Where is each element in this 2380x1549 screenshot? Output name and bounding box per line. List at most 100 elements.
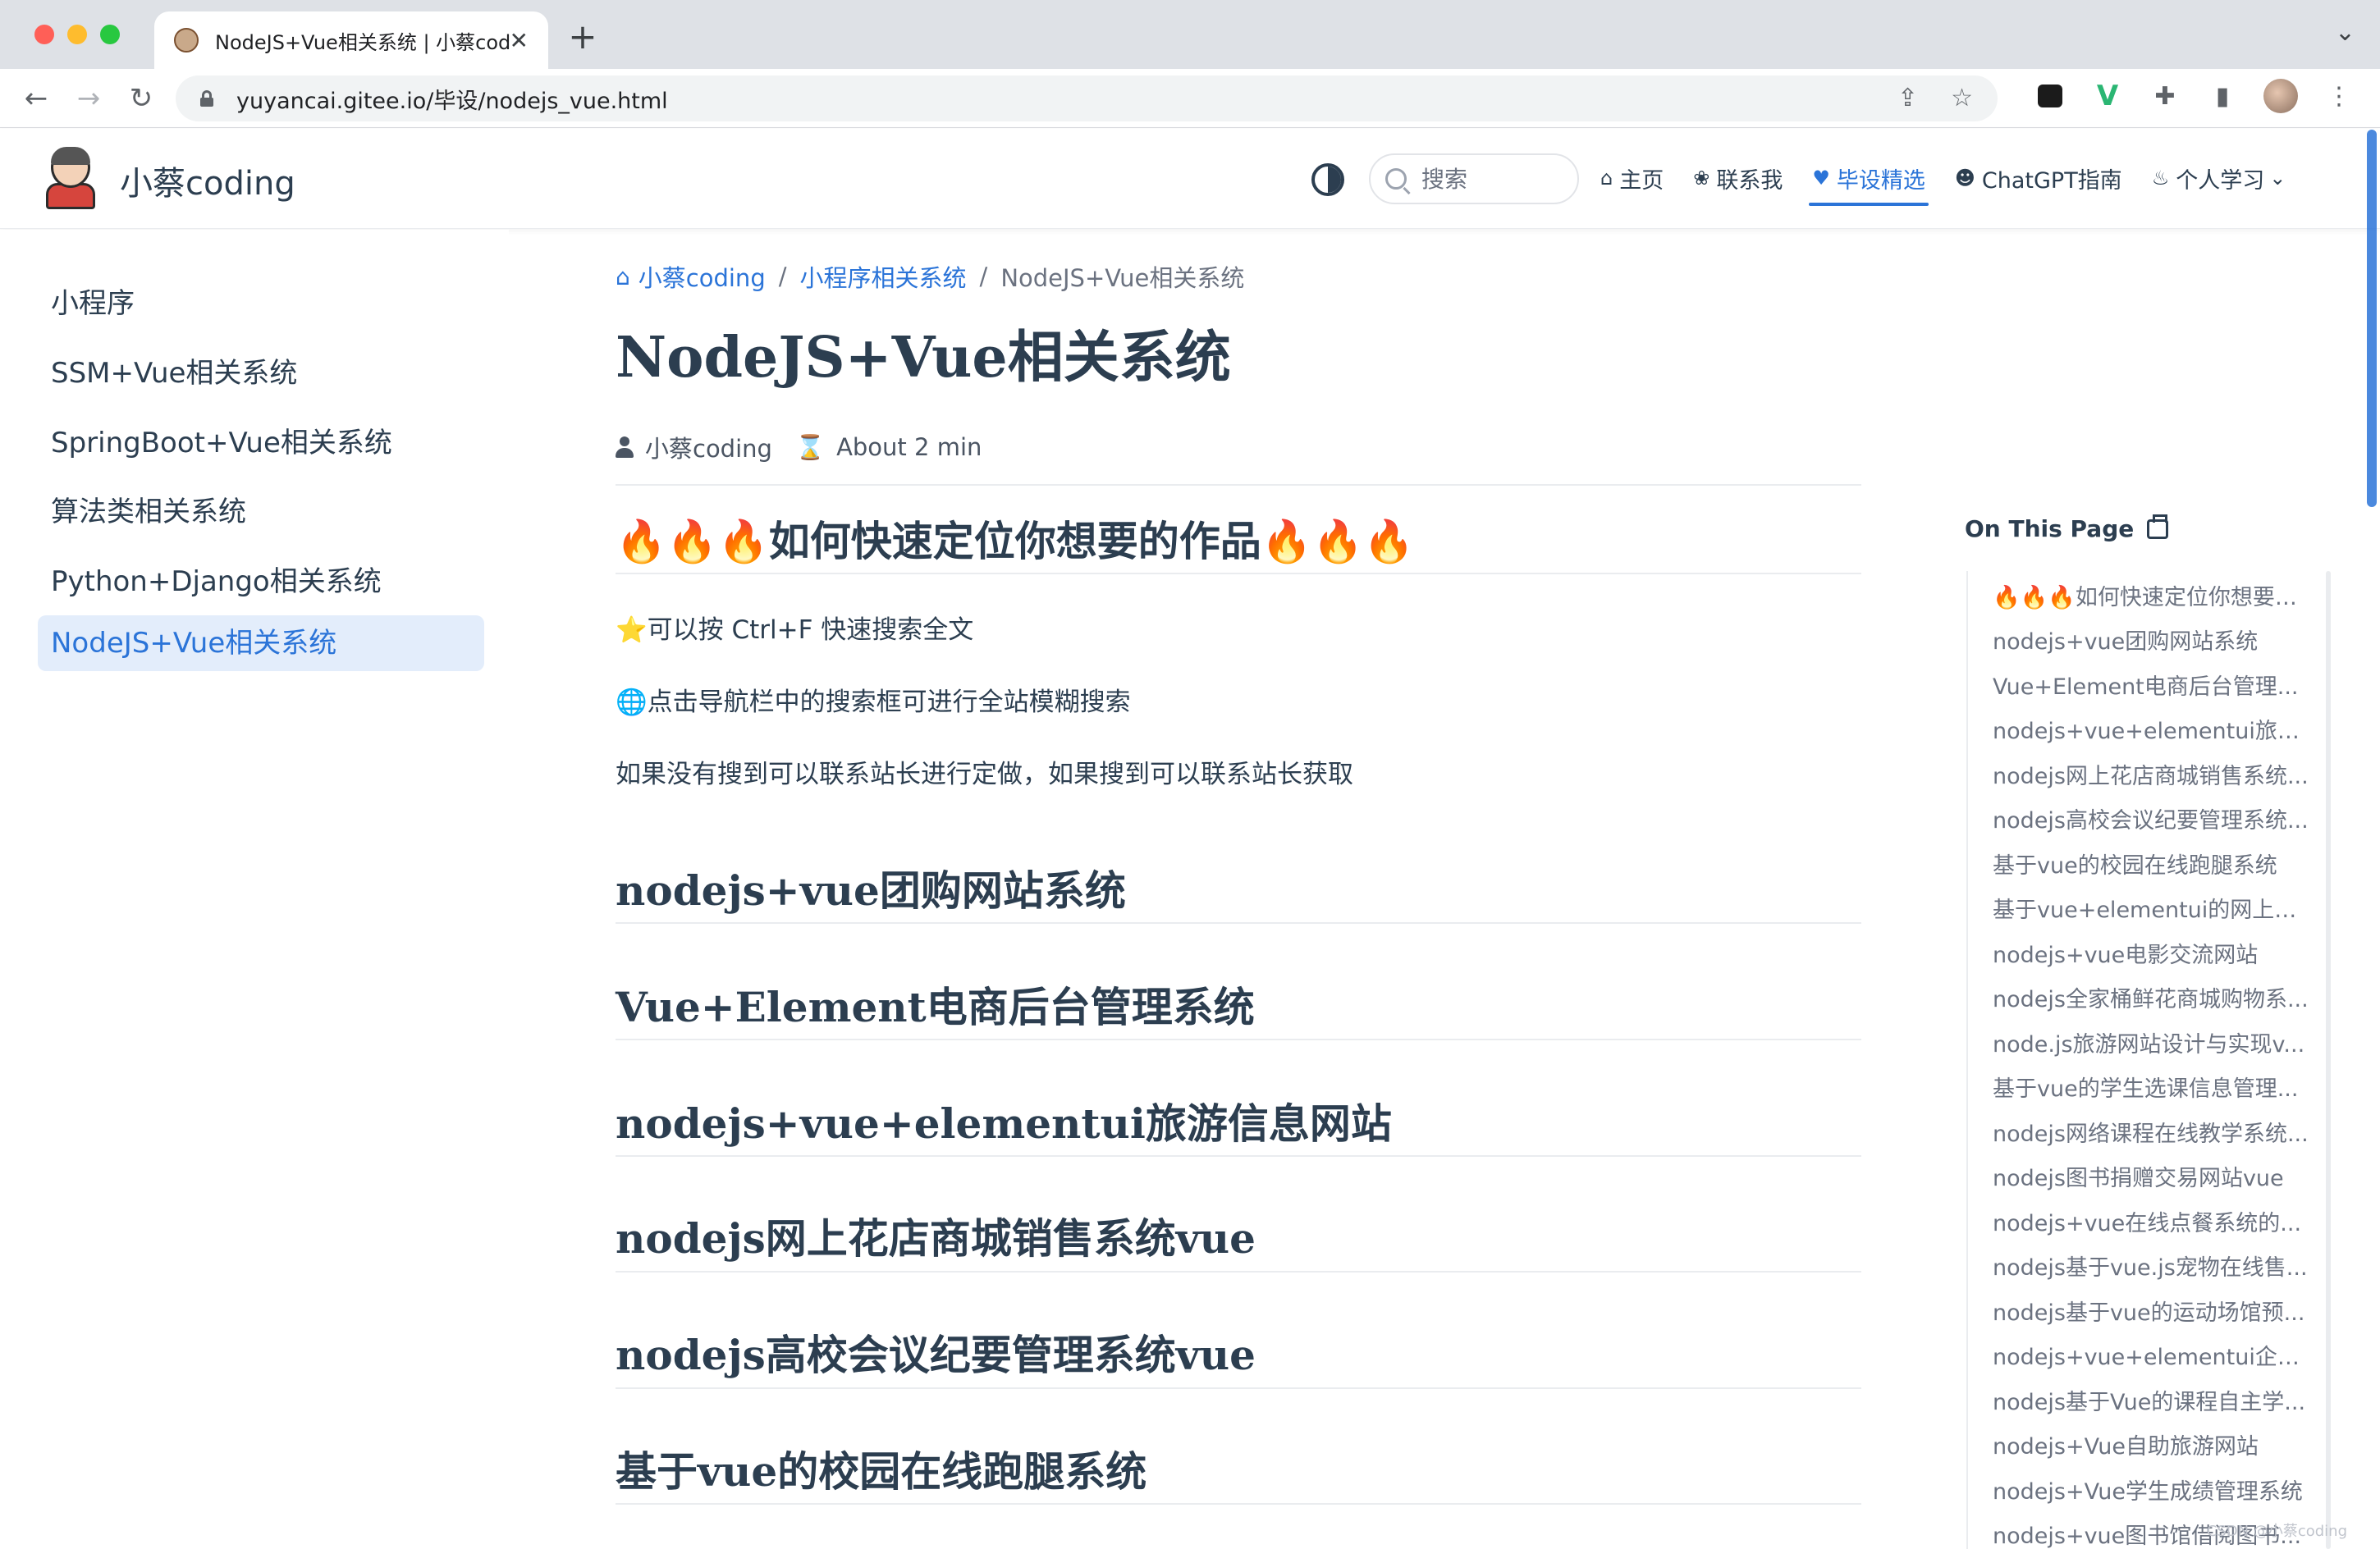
toc-item[interactable]: 基于vue的学生选课信息管理...: [1993, 1071, 2318, 1103]
page-title: NodeJS+Vue相关系统: [616, 325, 1231, 391]
intro-heading: 🔥🔥🔥如何快速定位你想要的作品🔥🔥🔥: [616, 517, 1415, 565]
toc-item[interactable]: Vue+Element电商后台管理...: [1993, 669, 2318, 701]
nav-graduation-projects-label: 毕设精选: [1836, 167, 1925, 194]
sidebar-item-mini-program[interactable]: 小程序: [38, 276, 484, 331]
toc-item[interactable]: nodejs全家桶鲜花商城购物系...: [1993, 981, 2318, 1013]
page-scrollbar[interactable]: [2367, 130, 2377, 507]
nav-personal-study-label: 个人学习: [2176, 167, 2265, 194]
tip-ctrl-f: ⭐可以按 Ctrl+F 快速搜索全文: [616, 615, 974, 645]
nav-contact[interactable]: ❀ 联系我: [1690, 155, 1786, 201]
browser-tab-bar: NodeJS+Vue相关系统 | 小蔡coding ✕ + ⌄: [0, 0, 2380, 69]
toc-item[interactable]: node.js旅游网站设计与实现v...: [1993, 1026, 2318, 1058]
extensions-puzzle-icon[interactable]: ✚: [2149, 80, 2181, 112]
toc-scrollbar[interactable]: [2326, 571, 2331, 1549]
theme-toggle-icon[interactable]: [1311, 163, 1344, 196]
nav-graduation-projects[interactable]: ♥ 毕设精选: [1809, 155, 1929, 206]
tab-close-icon[interactable]: ✕: [510, 27, 529, 54]
breadcrumb-link-mini-program[interactable]: 小程序相关系统: [800, 259, 967, 294]
section-heading: nodejs高校会议纪要管理系统vue: [616, 1331, 1256, 1379]
sidebar-item-ssm-vue[interactable]: SSM+Vue相关系统: [38, 345, 484, 401]
toc-item[interactable]: 基于vue+elementui的网上书...: [1993, 892, 2318, 924]
sidebar-item-algorithm[interactable]: 算法类相关系统: [38, 484, 484, 540]
bookmark-star-icon[interactable]: ☆: [1951, 84, 1973, 112]
new-tab-button[interactable]: +: [565, 16, 601, 57]
sidebar-item-python-django[interactable]: Python+Django相关系统: [38, 554, 484, 610]
toc-item[interactable]: 🔥🔥🔥如何快速定位你想要的...: [1993, 579, 2318, 611]
site-name-link[interactable]: 小蔡coding: [120, 157, 295, 204]
breadcrumb-link-home[interactable]: 小蔡coding: [638, 259, 766, 294]
section-heading: 基于vue的校园在线跑腿系统: [616, 1447, 1147, 1496]
nav-contact-label: 联系我: [1716, 167, 1783, 194]
forward-button[interactable]: →: [69, 79, 108, 118]
heading-underline: [616, 922, 1861, 924]
nav-personal-study-dropdown[interactable]: ♨ 个人学习 ⌄: [2149, 155, 2290, 201]
wechat-icon: ❀: [1693, 167, 1710, 190]
toc-item[interactable]: nodejs+vue电影交流网站: [1993, 937, 2318, 969]
site-favicon-icon: [174, 28, 199, 53]
sidebar: 小程序 SSM+Vue相关系统 SpringBoot+Vue相关系统 算法类相关…: [0, 230, 509, 1549]
tab-search-button[interactable]: ⌄: [2335, 18, 2355, 47]
section-heading: Vue+Element电商后台管理系统: [616, 983, 1255, 1031]
toc-item[interactable]: nodejs基于Vue的课程自主学...: [1993, 1384, 2318, 1416]
heading-underline: [616, 573, 1861, 574]
tip-site-search: 🌐点击导航栏中的搜索框可进行全站模糊搜索: [616, 688, 1131, 717]
nav-chatgpt-guide-label: ChatGPT指南: [1981, 167, 2122, 194]
section-heading: nodejs网上花店商城销售系统vue: [616, 1214, 1256, 1263]
home-icon[interactable]: ⌂: [616, 263, 630, 290]
top-nav: ⌂ 主页 ❀ 联系我 ♥ 毕设精选 ☻ ChatGPT指南 ♨ 个人学习 ⌄: [1597, 155, 2290, 206]
address-bar[interactable]: yuyancai.gitee.io/毕设/nodejs_vue.html ⇪ ☆: [176, 75, 1998, 121]
toc-item[interactable]: nodejs基于vue的运动场馆预...: [1993, 1295, 2318, 1327]
heading-underline: [616, 1155, 1861, 1157]
browser-menu-icon[interactable]: ⋮: [2323, 80, 2355, 112]
breadcrumb-separator: /: [979, 263, 988, 290]
window-close-button[interactable]: [34, 25, 54, 44]
author-icon: [616, 436, 634, 458]
page-meta: 小蔡coding ⌛ About 2 min: [616, 430, 982, 464]
author-name[interactable]: 小蔡coding: [645, 430, 772, 464]
divider: [616, 484, 1861, 486]
reading-time: About 2 min: [836, 433, 982, 461]
share-icon[interactable]: ⇪: [1897, 84, 1918, 112]
smile-icon: ☻: [1954, 167, 1975, 190]
reload-button[interactable]: ↻: [121, 79, 161, 118]
side-panel-icon[interactable]: ▮: [2206, 80, 2239, 112]
window-zoom-button[interactable]: [100, 25, 120, 44]
lock-icon[interactable]: [200, 90, 213, 107]
tab-title: NodeJS+Vue相关系统 | 小蔡coding: [215, 30, 510, 54]
toc-item[interactable]: nodejs+vue+elementui旅游...: [1993, 713, 2318, 745]
section-heading: nodejs+vue团购网站系统: [616, 866, 1126, 915]
toc-item[interactable]: nodejs高校会议纪要管理系统...: [1993, 802, 2318, 834]
search-box[interactable]: [1369, 153, 1579, 204]
hourglass-icon: ⌛: [794, 432, 826, 461]
toc-item[interactable]: nodejs网上花店商城销售系统...: [1993, 758, 2318, 790]
reading-time-meta: ⌛ About 2 min: [795, 433, 982, 462]
search-input[interactable]: [1421, 165, 1561, 193]
chevron-down-icon: ⌄: [2269, 167, 2286, 190]
toc-item[interactable]: nodejs图书捐赠交易网站vue: [1993, 1160, 2318, 1192]
extension-icon[interactable]: [2034, 80, 2066, 112]
toc-item[interactable]: 基于vue的校园在线跑腿系统: [1993, 848, 2318, 880]
vue-devtools-icon[interactable]: V: [2091, 80, 2124, 112]
toc-item[interactable]: nodejs+vue在线点餐系统的...: [1993, 1205, 2318, 1237]
sidebar-item-nodejs-vue[interactable]: NodeJS+Vue相关系统: [38, 615, 484, 671]
toc-item[interactable]: nodejs+vue+elementui企业...: [1993, 1339, 2318, 1371]
toc-item[interactable]: nodejs基于vue.js宠物在线售...: [1993, 1250, 2318, 1282]
nav-chatgpt-guide[interactable]: ☻ ChatGPT指南: [1952, 155, 2126, 201]
sidebar-item-springboot-vue[interactable]: SpringBoot+Vue相关系统: [38, 415, 484, 471]
toc-item[interactable]: nodejs+Vue自助旅游网站: [1993, 1428, 2318, 1460]
browser-tab[interactable]: NodeJS+Vue相关系统 | 小蔡coding ✕: [154, 11, 548, 69]
back-button[interactable]: ←: [16, 79, 56, 118]
author-meta: 小蔡coding: [616, 430, 772, 464]
section-heading: nodejs+vue+elementui旅游信息网站: [616, 1099, 1392, 1148]
window-minimize-button[interactable]: [67, 25, 87, 44]
profile-avatar[interactable]: [2263, 79, 2298, 113]
toc-item[interactable]: nodejs+Vue学生成绩管理系统: [1993, 1474, 2318, 1506]
site-logo[interactable]: [46, 147, 95, 209]
nav-home[interactable]: ⌂ 主页: [1597, 155, 1667, 201]
url-text[interactable]: yuyancai.gitee.io/毕设/nodejs_vue.html: [236, 83, 668, 115]
heading-underline: [616, 1503, 1861, 1505]
browser-toolbar: ← → ↻ yuyancai.gitee.io/毕设/nodejs_vue.ht…: [0, 69, 2380, 128]
toc-item[interactable]: nodejs+vue团购网站系统: [1993, 624, 2318, 656]
print-icon[interactable]: [2147, 514, 2169, 539]
toc-item[interactable]: nodejs网络课程在线教学系统...: [1993, 1116, 2318, 1148]
